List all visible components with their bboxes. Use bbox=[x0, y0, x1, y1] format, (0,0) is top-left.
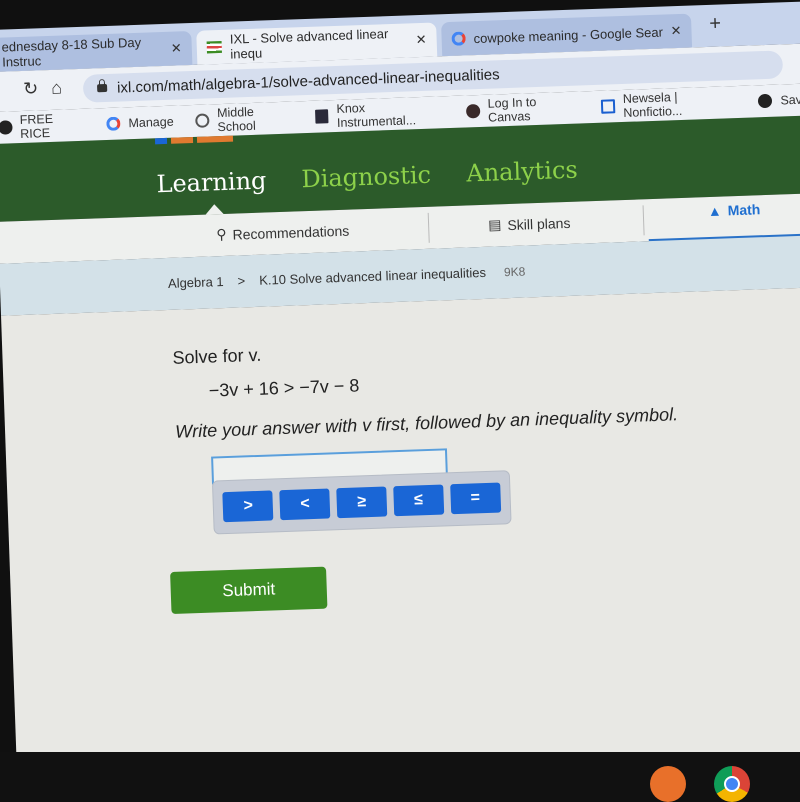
bookmark-label: Newsela | Nonfictio... bbox=[622, 90, 683, 120]
answer-instruction: Write your answer with v first, followed… bbox=[174, 404, 679, 442]
bookmark-label: Knox Instrumental... bbox=[336, 100, 417, 130]
lock-icon bbox=[97, 83, 108, 93]
subnav-label: Math bbox=[727, 201, 761, 219]
bookmark-newsela[interactable]: Newsela | Nonfictio... bbox=[601, 88, 737, 121]
nav-learning[interactable]: Learning bbox=[156, 166, 267, 198]
share-icon[interactable] bbox=[650, 766, 686, 802]
greater-than-button[interactable]: > bbox=[222, 490, 274, 523]
google-icon bbox=[106, 116, 121, 132]
os-shelf bbox=[0, 752, 800, 802]
new-tab-button[interactable]: + bbox=[709, 13, 721, 36]
bookmark-manage[interactable]: Manage bbox=[106, 114, 174, 132]
circle-icon bbox=[0, 120, 13, 135]
newsela-icon bbox=[601, 99, 616, 114]
screen: ednesday 8-18 Sub Day Instruc ✕ IXL - So… bbox=[0, 0, 800, 786]
close-icon[interactable]: ✕ bbox=[670, 23, 681, 39]
bookmark-free-rice[interactable]: FREE RICE bbox=[0, 111, 85, 142]
pyramid-icon: ▲ bbox=[707, 202, 722, 220]
breadcrumb-subject[interactable]: Algebra 1 bbox=[168, 274, 224, 291]
active-nav-caret bbox=[205, 203, 224, 215]
home-icon[interactable]: ⌂ bbox=[51, 78, 63, 99]
school-logo-icon bbox=[195, 113, 210, 128]
breadcrumb-skill: K.10 Solve advanced linear inequalities bbox=[258, 264, 487, 288]
subnav-label: Recommendations bbox=[232, 222, 350, 243]
chevron-right-icon: > bbox=[237, 273, 246, 289]
tab-title: cowpoke meaning - Google Sear bbox=[473, 24, 664, 46]
tab-title: IXL - Solve advanced linear inequ bbox=[229, 26, 389, 62]
canvas-icon bbox=[466, 103, 481, 119]
question-prompt: Solve for v. bbox=[172, 344, 262, 368]
bookmark-label: Middle School bbox=[216, 104, 256, 135]
bookmark-label: Log In to Canvas bbox=[487, 95, 537, 125]
save-icon bbox=[758, 93, 773, 109]
less-than-button[interactable]: < bbox=[279, 488, 331, 521]
symbol-palette: > < ≥ ≤ = bbox=[211, 470, 512, 535]
skill-plans-icon: ▤ bbox=[487, 216, 502, 233]
bookmark-label: Manage bbox=[128, 114, 174, 131]
chrome-icon[interactable] bbox=[714, 766, 750, 802]
divider bbox=[427, 212, 430, 243]
equals-button[interactable]: = bbox=[449, 482, 501, 515]
recommendations-icon: ⚲ bbox=[216, 225, 227, 243]
url-text: ixl.com/math/algebra-1/solve-advanced-li… bbox=[116, 65, 500, 97]
nav-analytics[interactable]: Analytics bbox=[466, 156, 578, 188]
less-equal-button[interactable]: ≤ bbox=[392, 484, 445, 517]
subnav-label: Skill plans bbox=[507, 214, 571, 233]
tab-title: ednesday 8-18 Sub Day Instruc bbox=[1, 34, 142, 70]
divider bbox=[642, 205, 645, 236]
ixl-logo[interactable] bbox=[154, 135, 234, 145]
submit-button[interactable]: Submit bbox=[170, 566, 328, 615]
skill-code: 9K8 bbox=[503, 263, 526, 279]
greater-equal-button[interactable]: ≥ bbox=[336, 486, 388, 519]
bookmark-middle-school[interactable]: Middle School bbox=[195, 103, 294, 134]
subnav-math[interactable]: ▲ Math bbox=[647, 192, 800, 244]
ixl-favicon-icon bbox=[206, 40, 223, 54]
bookmark-save[interactable]: Sav bbox=[758, 93, 800, 109]
close-icon[interactable]: ✕ bbox=[171, 40, 182, 56]
question-area: Solve for v. −3v + 16 > −7v − 8 Write yo… bbox=[1, 286, 800, 786]
subnav-recommendations[interactable]: ⚲ Recommendations bbox=[216, 222, 350, 244]
bookmark-canvas[interactable]: Log In to Canvas bbox=[466, 94, 580, 126]
subnav-skill-plans[interactable]: ▤ Skill plans bbox=[488, 214, 571, 234]
breadcrumb: Algebra 1 > K.10 Solve advanced linear i… bbox=[168, 263, 526, 291]
bookmark-knox[interactable]: Knox Instrumental... bbox=[314, 98, 445, 130]
google-icon bbox=[451, 31, 466, 46]
bookmark-label: FREE RICE bbox=[19, 111, 54, 142]
bookmark-label: Sav bbox=[780, 92, 800, 108]
inequality-equation: −3v + 16 > −7v − 8 bbox=[208, 375, 360, 401]
reload-icon[interactable]: ↻ bbox=[23, 78, 39, 100]
close-icon[interactable]: ✕ bbox=[415, 32, 426, 48]
table-icon bbox=[314, 109, 329, 124]
nav-diagnostic[interactable]: Diagnostic bbox=[301, 161, 431, 194]
